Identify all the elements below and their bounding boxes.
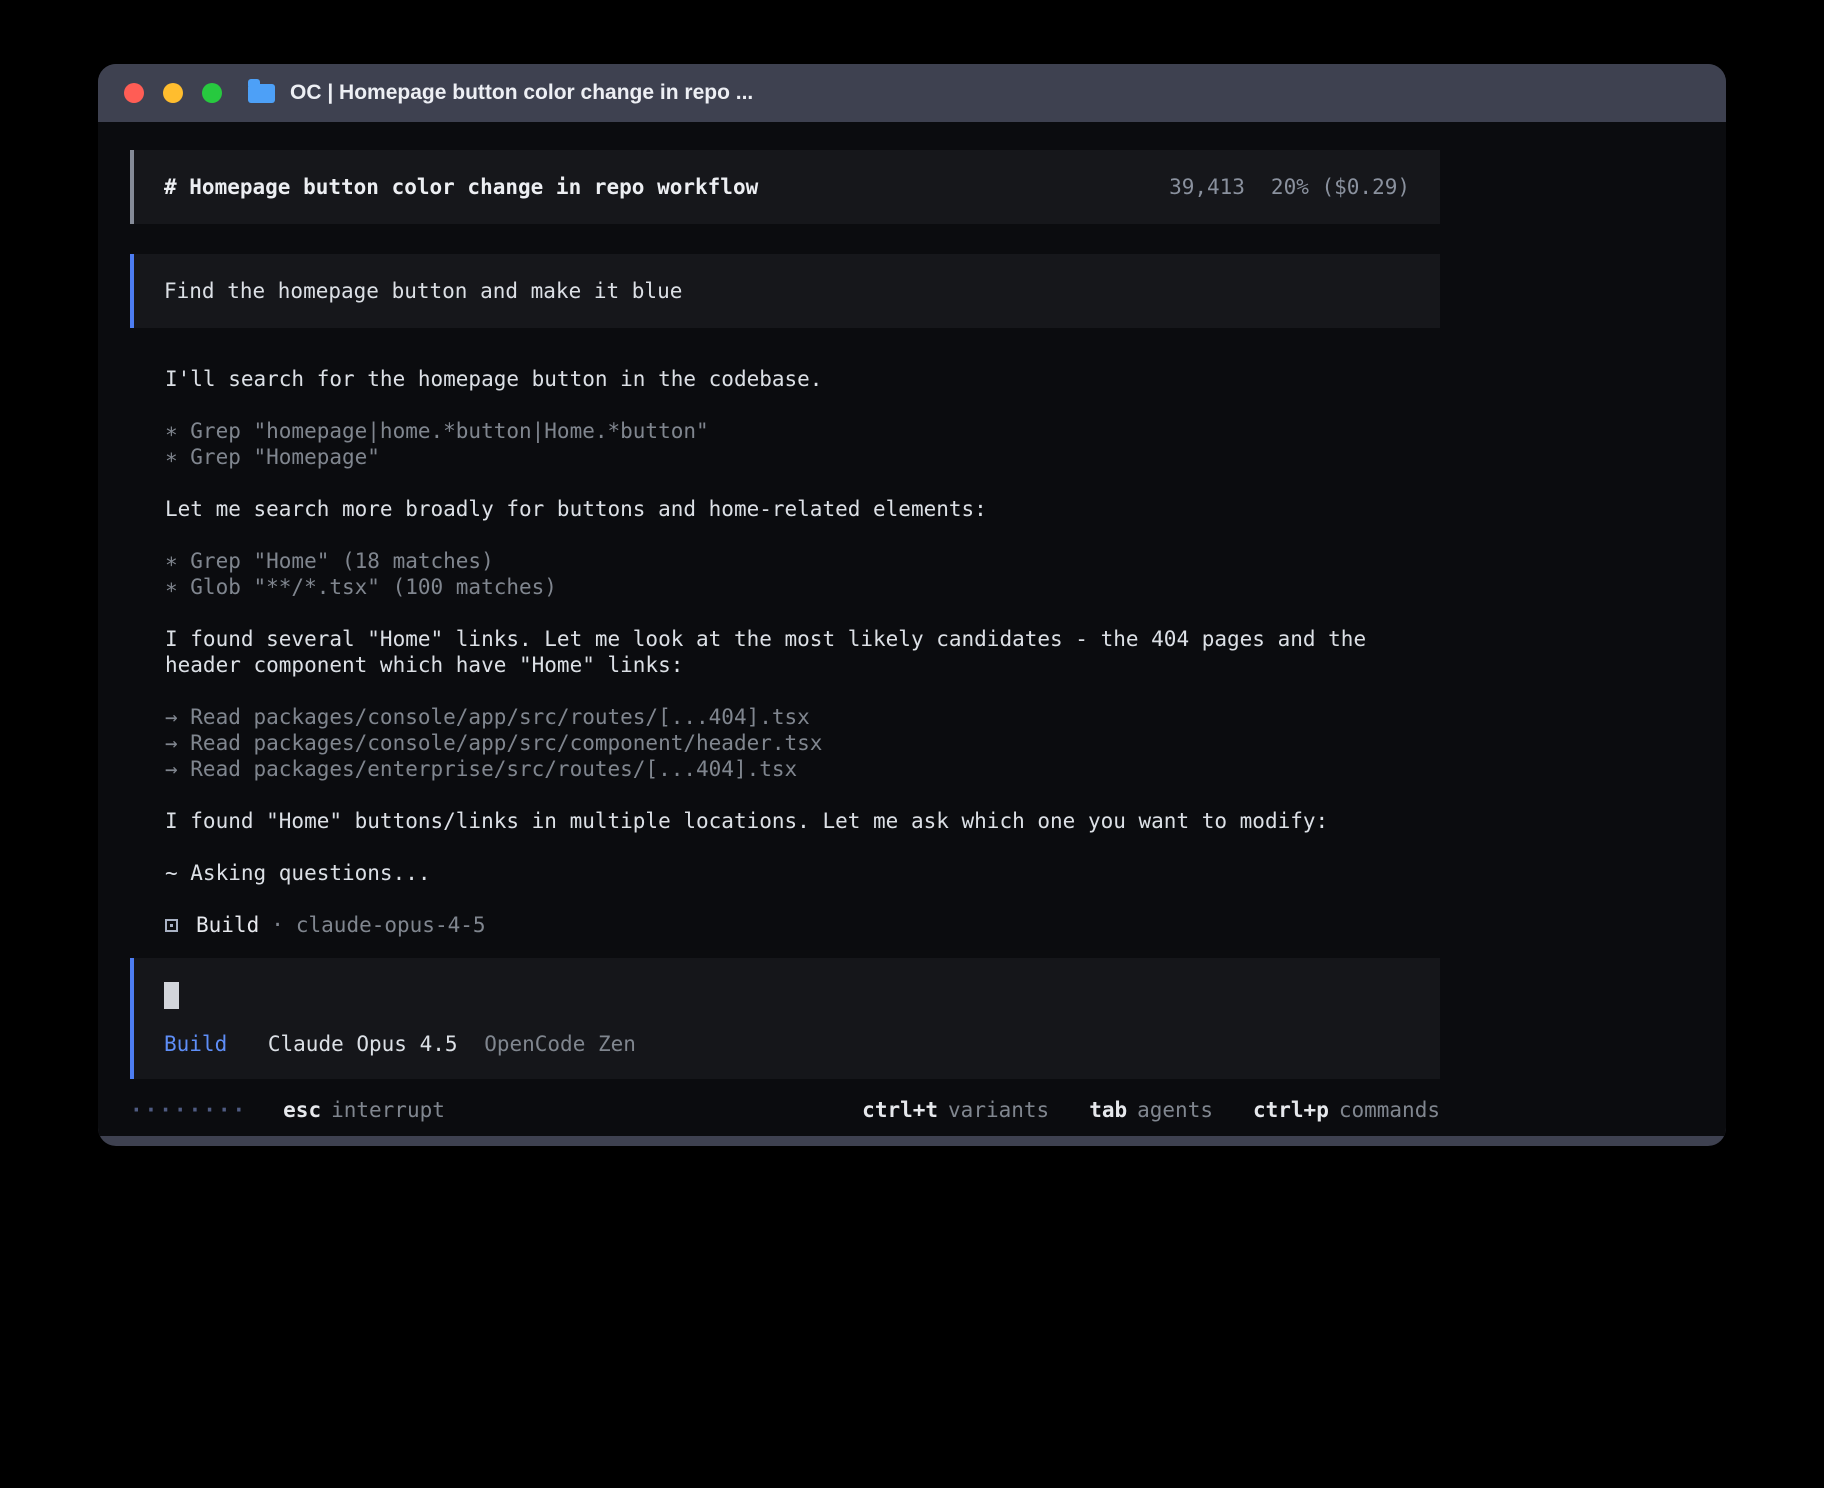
traffic-lights [124,83,222,103]
mode-label[interactable]: Build [164,1032,227,1056]
assistant-text: Let me search more broadly for buttons a… [165,496,1430,522]
tool-call-glob: ∗ Glob "**/*.tsx" (100 matches) [165,574,1440,600]
shortcut-label: commands [1339,1098,1440,1122]
prompt-input[interactable]: Build Claude Opus 4.5 OpenCode Zen [130,958,1440,1079]
window-title: OC | Homepage button color change in rep… [290,81,753,105]
tool-call-read: → Read packages/console/app/src/componen… [165,730,1440,756]
tool-call-group: ∗ Grep "homepage|home.*button|Home.*butt… [165,418,1440,470]
agent-model: claude-opus-4-5 [296,912,486,938]
terminal-window: OC | Homepage button color change in rep… [98,64,1726,1146]
assistant-text: I found several "Home" links. Let me loo… [165,626,1430,678]
token-count: 39,413 [1169,174,1245,200]
separator-dot: · [271,912,284,938]
statusbar: ········ esc interrupt ctrl+t variants tab… [130,1097,1440,1123]
tool-call-grep: ∗ Grep "homepage|home.*button|Home.*butt… [165,418,1440,444]
shortcut-key: ctrl+t [862,1098,938,1122]
session-header: # Homepage button color change in repo w… [130,150,1440,224]
maximize-button[interactable] [202,83,222,103]
assistant-text: I found "Home" buttons/links in multiple… [165,808,1430,834]
titlebar[interactable]: OC | Homepage button color change in rep… [98,64,1726,122]
context-cost: 20% ($0.29) [1271,174,1410,200]
text-cursor [164,982,179,1009]
tool-call-group: ∗ Grep "Home" (18 matches) ∗ Glob "**/*.… [165,548,1440,600]
prompt-cursor-line[interactable] [164,982,1410,1009]
shortcut-agents: tab agents [1089,1097,1213,1123]
agent-status-line: Build · claude-opus-4-5 [165,912,1440,938]
terminal-content: # Homepage button color change in repo w… [98,122,1726,1136]
user-message: Find the homepage button and make it blu… [130,254,1440,328]
transcript: I'll search for the homepage button in t… [130,366,1440,938]
shortcut-label: agents [1137,1098,1213,1122]
provider-label: OpenCode Zen [484,1032,636,1056]
folder-icon [248,84,275,103]
user-message-text: Find the homepage button and make it blu… [164,279,682,303]
shortcut-key: esc [283,1098,321,1122]
shortcut-label: variants [948,1098,1049,1122]
tool-call-grep: ∗ Grep "Homepage" [165,444,1440,470]
session-title: # Homepage button color change in repo w… [164,174,758,200]
agent-icon [165,919,178,932]
model-line: Build Claude Opus 4.5 OpenCode Zen [164,1031,1410,1057]
shortcut-label: interrupt [331,1098,445,1122]
assistant-status-text: ~ Asking questions... [165,860,1430,886]
shortcut-commands: ctrl+p commands [1253,1097,1440,1123]
session-stats: 39,413 20% ($0.29) [1169,174,1410,200]
agent-name: Build [196,912,259,938]
shortcut-key: tab [1089,1098,1127,1122]
activity-dots: ········ [130,1097,247,1123]
tool-call-read: → Read packages/enterprise/src/routes/[.… [165,756,1440,782]
tool-call-group: → Read packages/console/app/src/routes/[… [165,704,1440,782]
model-label[interactable]: Claude Opus 4.5 [268,1032,458,1056]
minimize-button[interactable] [163,83,183,103]
tool-call-read: → Read packages/console/app/src/routes/[… [165,704,1440,730]
close-button[interactable] [124,83,144,103]
tool-call-grep: ∗ Grep "Home" (18 matches) [165,548,1440,574]
assistant-text: I'll search for the homepage button in t… [165,366,1430,392]
shortcut-variants: ctrl+t variants [862,1097,1049,1123]
shortcut-key: ctrl+p [1253,1098,1329,1122]
shortcut-interrupt: esc interrupt [283,1097,445,1123]
